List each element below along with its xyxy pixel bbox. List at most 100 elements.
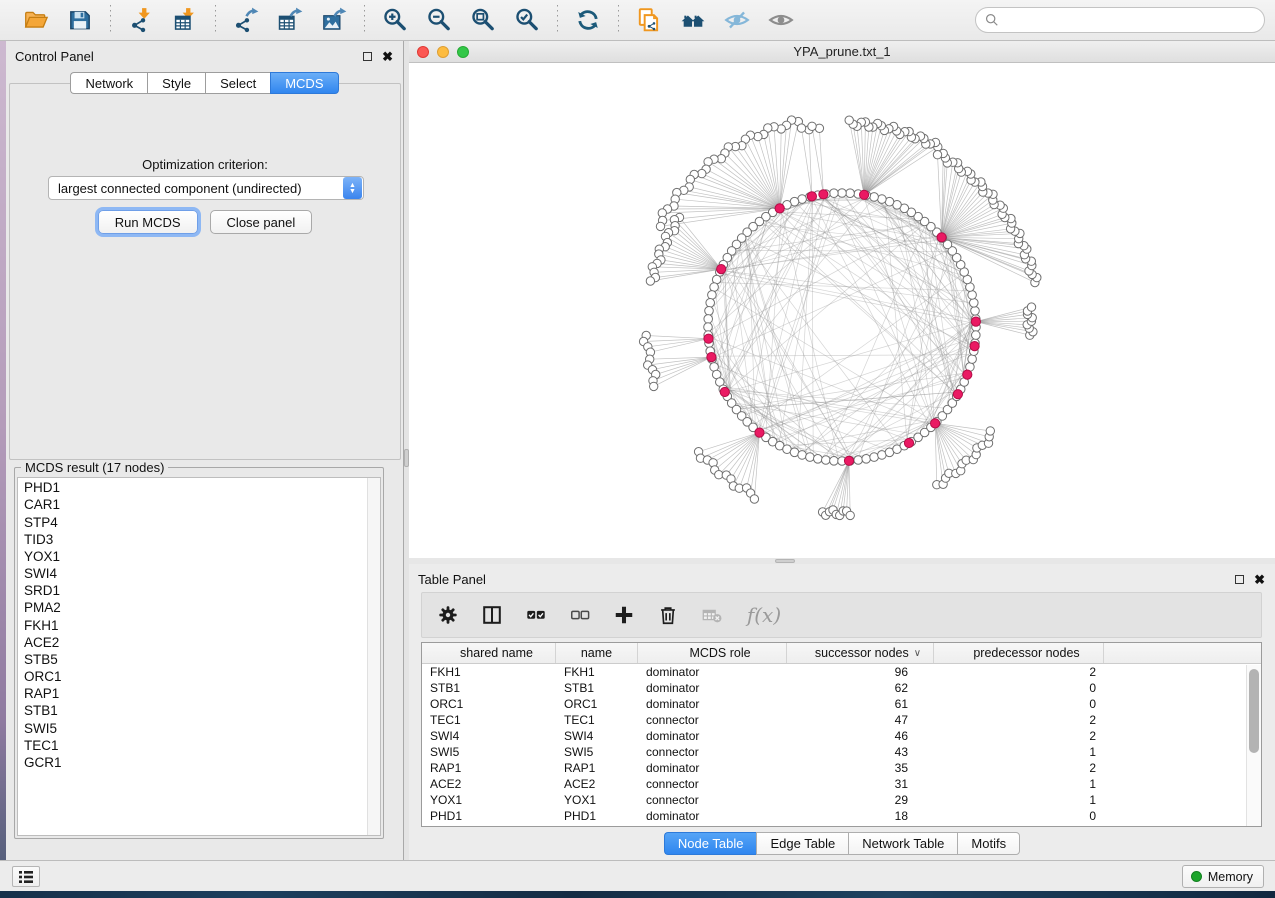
delete-table-button[interactable] — [698, 601, 726, 629]
zoom-in-button[interactable] — [379, 5, 411, 35]
table-cell: 1 — [934, 745, 1104, 759]
table-row[interactable]: YOX1YOX1connector291 — [422, 792, 1261, 808]
first-neighbors-button[interactable] — [677, 5, 709, 35]
mcds-result-item[interactable]: TEC1 — [18, 738, 366, 755]
mcds-result-item[interactable]: CAR1 — [18, 497, 366, 514]
mcds-result-item[interactable]: RAP1 — [18, 686, 366, 703]
table-row[interactable]: SWI4SWI4dominator462 — [422, 728, 1261, 744]
function-button[interactable]: f(x) — [742, 601, 786, 629]
table-row[interactable]: ACE2ACE2connector311 — [422, 776, 1261, 792]
mcds-result-item[interactable]: STB5 — [18, 652, 366, 669]
mcds-result-item[interactable]: SWI4 — [18, 566, 366, 583]
mcds-result-item[interactable]: ORC1 — [18, 669, 366, 686]
mcds-result-item[interactable]: ACE2 — [18, 635, 366, 652]
close-panel-icon[interactable]: ✖ — [1254, 575, 1265, 584]
mcds-result-item[interactable]: PMA2 — [18, 600, 366, 617]
column-header-predecessor-nodes[interactable]: predecessor nodes — [934, 643, 1104, 663]
save-session-icon — [67, 7, 93, 33]
zoom-selected-button[interactable] — [511, 5, 543, 35]
table-scrollbar[interactable] — [1246, 665, 1261, 826]
close-panel-icon[interactable]: ✖ — [382, 52, 393, 61]
mcds-result-item[interactable]: PHD1 — [18, 480, 366, 497]
mcds-list-scrollbar[interactable] — [367, 478, 380, 835]
table-cell: 1 — [934, 777, 1104, 791]
zoom-fit-icon — [470, 7, 496, 33]
column-label: predecessor nodes — [973, 646, 1079, 660]
table-row[interactable]: STB1STB1dominator620 — [422, 680, 1261, 696]
export-network-icon — [233, 7, 259, 33]
tab-network-table[interactable]: Network Table — [848, 832, 957, 855]
scrollbar-thumb[interactable] — [1249, 669, 1259, 753]
table-row[interactable]: TEC1TEC1connector472 — [422, 712, 1261, 728]
float-panel-icon[interactable] — [1235, 575, 1244, 584]
tab-style[interactable]: Style — [147, 72, 205, 94]
open-file-button[interactable] — [20, 5, 52, 35]
zoom-out-button[interactable] — [423, 5, 455, 35]
export-image-button[interactable] — [318, 5, 350, 35]
refresh-button[interactable] — [572, 5, 604, 35]
search-input[interactable] — [1005, 13, 1255, 28]
network-canvas[interactable] — [409, 63, 1275, 558]
hide-graphics-button[interactable] — [721, 5, 753, 35]
table-row[interactable]: SWI5SWI5connector431 — [422, 744, 1261, 760]
tab-select[interactable]: Select — [205, 72, 270, 94]
table-body: FKH1FKH1dominator962STB1STB1dominator620… — [422, 664, 1261, 824]
import-network-icon — [128, 7, 154, 33]
tab-mcds[interactable]: MCDS — [270, 72, 338, 94]
import-network-button[interactable] — [125, 5, 157, 35]
table-cell: FKH1 — [422, 665, 556, 679]
add-column-button[interactable] — [610, 601, 638, 629]
tab-motifs[interactable]: Motifs — [957, 832, 1020, 855]
column-header-shared-name[interactable]: shared name — [422, 643, 556, 663]
export-table-button[interactable] — [274, 5, 306, 35]
zoom-fit-button[interactable] — [467, 5, 499, 35]
mcds-result-item[interactable]: STB1 — [18, 703, 366, 720]
optimization-criterion-select[interactable]: largest connected component (undirected)… — [48, 176, 364, 200]
search-box[interactable] — [975, 7, 1265, 33]
column-header-MCDS-role[interactable]: MCDS role — [638, 643, 787, 663]
table-cell: PHD1 — [422, 809, 556, 823]
close-panel-button[interactable]: Close panel — [210, 210, 313, 234]
table-row[interactable]: FKH1FKH1dominator962 — [422, 664, 1261, 680]
gear-icon — [437, 604, 459, 626]
save-session-button[interactable] — [64, 5, 96, 35]
memory-button[interactable]: Memory — [1182, 865, 1264, 888]
deselect-all-button[interactable] — [566, 601, 594, 629]
table-cell: RAP1 — [422, 761, 556, 775]
mcds-result-item[interactable]: GCR1 — [18, 755, 366, 772]
tab-node-table[interactable]: Node Table — [664, 832, 757, 855]
mcds-result-item[interactable]: SRD1 — [18, 583, 366, 600]
table-row[interactable]: PHD1PHD1dominator180 — [422, 808, 1261, 824]
mcds-result-item[interactable]: TID3 — [18, 532, 366, 549]
column-header-name[interactable]: name — [556, 643, 638, 663]
add-column-icon — [613, 604, 635, 626]
splitter-handle[interactable] — [775, 559, 795, 563]
tab-edge-table[interactable]: Edge Table — [756, 832, 848, 855]
import-table-button[interactable] — [169, 5, 201, 35]
gear-button[interactable] — [434, 601, 462, 629]
task-history-button[interactable] — [12, 866, 40, 887]
mcds-result-list[interactable]: PHD1CAR1STP4TID3YOX1SWI4SRD1PMA2FKH1ACE2… — [17, 477, 381, 836]
copy-to-clipboard-button[interactable] — [633, 5, 665, 35]
mcds-result-item[interactable]: SWI5 — [18, 720, 366, 737]
run-mcds-button[interactable]: Run MCDS — [98, 210, 198, 234]
network-window-titlebar[interactable]: YPA_prune.txt_1 — [409, 41, 1275, 63]
export-network-button[interactable] — [230, 5, 262, 35]
mcds-result-item[interactable]: FKH1 — [18, 617, 366, 634]
table-row[interactable]: RAP1RAP1dominator352 — [422, 760, 1261, 776]
tab-network[interactable]: Network — [70, 72, 147, 94]
table-cell: 1 — [934, 793, 1104, 807]
toolbar-separator — [110, 5, 111, 35]
columns-button[interactable] — [478, 601, 506, 629]
select-all-button[interactable] — [522, 601, 550, 629]
show-graphics-button[interactable] — [765, 5, 797, 35]
node-table[interactable]: shared name nameMCDS rolesuccessor nodes∨… — [421, 642, 1262, 827]
column-header-successor-nodes[interactable]: successor nodes∨ — [787, 643, 934, 663]
column-label: shared name — [460, 646, 533, 660]
float-panel-icon[interactable] — [363, 52, 372, 61]
table-row[interactable]: ORC1ORC1dominator610 — [422, 696, 1261, 712]
columns-icon — [481, 604, 503, 626]
mcds-result-item[interactable]: STP4 — [18, 514, 366, 531]
delete-column-button[interactable] — [654, 601, 682, 629]
mcds-result-item[interactable]: YOX1 — [18, 549, 366, 566]
